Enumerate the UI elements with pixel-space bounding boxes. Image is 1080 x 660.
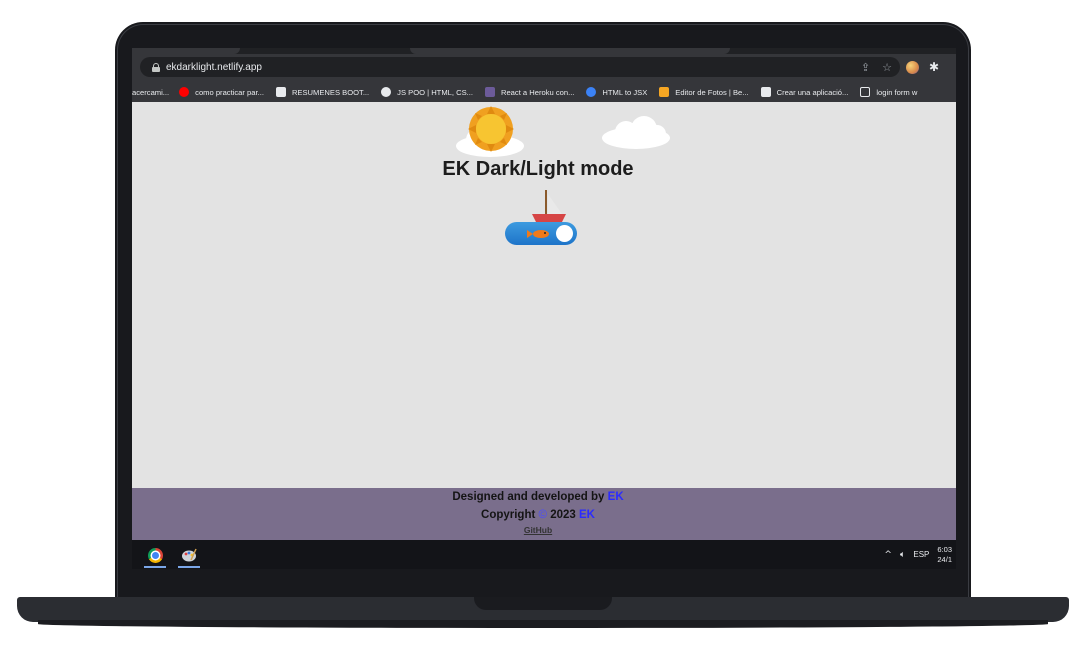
heroku-icon: [484, 87, 495, 97]
befunky-icon: [659, 87, 670, 97]
github-icon: [381, 87, 392, 97]
bookmark-label: como practicar par...: [195, 87, 264, 97]
github-link[interactable]: GitHub: [132, 525, 944, 535]
dev-icon: [760, 87, 771, 97]
bookmark-label: Editor de Fotos | Be...: [675, 87, 749, 97]
address-bar[interactable]: ekdarklight.netlify.app ⇪ ☆: [140, 57, 900, 77]
bookmark-item[interactable]: HTML to JSX: [586, 87, 647, 97]
sun-icon[interactable]: [468, 106, 514, 152]
browser-toolbar: ekdarklight.netlify.app ⇪ ☆ ✱: [132, 48, 956, 82]
bookmark-item[interactable]: login form w: [860, 87, 917, 97]
speaker-icon[interactable]: 🔈︎: [900, 550, 905, 560]
os-taskbar: ^ 🔈︎ ESP 6:03 24/1: [132, 540, 956, 569]
footer-credits: Designed and developed by EK: [452, 491, 624, 503]
bookmark-label: Crear una aplicació...: [776, 87, 849, 97]
bookmark-star-icon[interactable]: ☆: [882, 61, 892, 74]
bookmark-label: RESUMENES BOOT...: [291, 87, 370, 97]
notion-icon: [275, 87, 286, 97]
taskbar-paint[interactable]: [176, 543, 202, 568]
bookmark-item[interactable]: RESUMENES BOOT...: [275, 87, 370, 97]
bookmark-item[interactable]: Editor de Fotos | Be...: [659, 87, 749, 97]
bookmark-label: React a Heroku con...: [500, 87, 575, 97]
laptop-screen: ekdarklight.netlify.app ⇪ ☆ ✱ acercami..…: [132, 48, 956, 569]
bookmark-item[interactable]: acercami...: [132, 88, 169, 97]
bookmark-label: login form w: [876, 87, 918, 97]
chevron-up-icon[interactable]: ^: [884, 550, 892, 560]
copyright-author: EK: [579, 509, 595, 521]
chrome-icon[interactable]: [147, 547, 163, 563]
clock-time: 6:03: [937, 544, 952, 554]
extensions-puzzle-icon[interactable]: ✱: [929, 60, 939, 74]
taskbar-chrome[interactable]: [142, 543, 168, 568]
browser-tab[interactable]: [132, 48, 240, 54]
clock[interactable]: 6:03 24/1: [937, 545, 952, 565]
bookmark-item[interactable]: JS POO | HTML, CS...: [381, 87, 473, 97]
bookmarks-bar: acercami... como practicar par... RESUMENE…: [132, 82, 956, 102]
toggle-knob[interactable]: [556, 225, 573, 242]
extension-palette-icon[interactable]: [906, 60, 919, 74]
bookmark-label: acercami...: [132, 87, 170, 97]
copyright-year: 2023: [550, 509, 576, 521]
cloud-icon: [602, 116, 670, 149]
laptop-notch: [474, 597, 612, 610]
laptop-base-shadow: [38, 620, 1048, 628]
page-footer: Designed and developed by EK Copyright ©…: [132, 488, 956, 540]
author-name: EK: [607, 491, 624, 503]
share-icon[interactable]: ⇪: [861, 61, 870, 74]
language-indicator[interactable]: ESP: [913, 550, 929, 559]
youtube-icon: [179, 87, 190, 97]
footer-copyright: Copyright © 2023 EK: [481, 509, 595, 521]
copyright-icon: ©: [538, 509, 547, 521]
bookmark-item[interactable]: Crear una aplicació...: [760, 87, 849, 97]
page-title: EK Dark/Light mode: [442, 158, 634, 180]
transform-icon: [586, 87, 597, 97]
bookmark-item[interactable]: como practicar par...: [179, 87, 264, 97]
page-icon: [860, 87, 871, 97]
web-page: EK Dark/Light mode: [132, 102, 956, 488]
browser-tab-active[interactable]: [410, 48, 730, 54]
bookmark-label: JS POO | HTML, CS...: [397, 87, 473, 97]
bookmark-label: HTML to JSX: [602, 87, 648, 97]
bookmark-item[interactable]: React a Heroku con...: [484, 87, 575, 97]
system-tray: ^ 🔈︎ ESP 6:03 24/1: [884, 540, 952, 569]
clock-date: 24/1: [937, 554, 952, 564]
url-text[interactable]: ekdarklight.netlify.app: [166, 62, 262, 73]
fish-icon: [527, 230, 549, 238]
lock-icon[interactable]: [152, 62, 160, 72]
paint-palette-icon[interactable]: [181, 548, 197, 562]
theme-toggle[interactable]: [505, 222, 577, 245]
